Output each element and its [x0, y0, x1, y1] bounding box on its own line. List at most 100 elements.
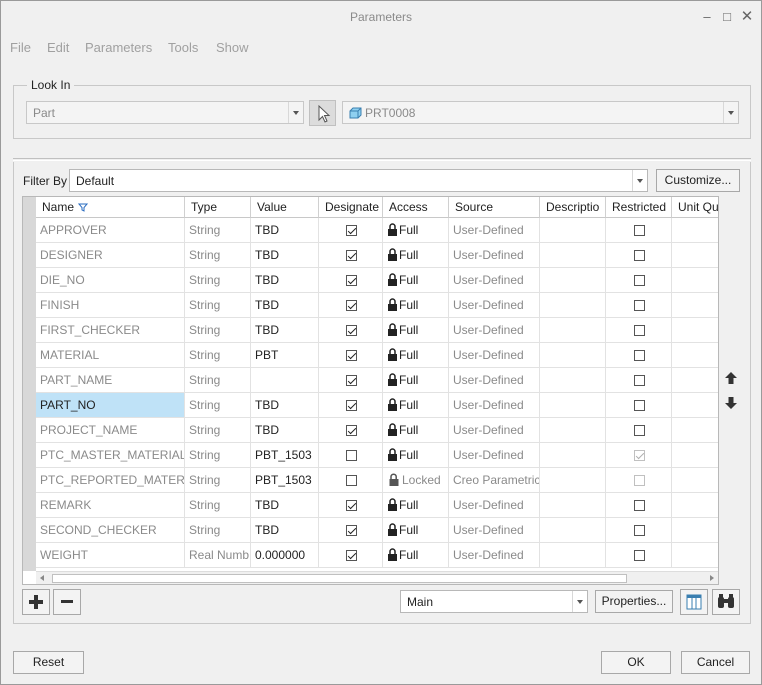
designate-checkbox[interactable]	[346, 350, 357, 361]
restricted-checkbox[interactable]	[634, 400, 645, 411]
cell-name[interactable]: MATERIAL	[36, 343, 185, 368]
cell-unit-quantity[interactable]	[672, 543, 718, 568]
cell-unit-quantity[interactable]	[672, 318, 718, 343]
cell-unit-quantity[interactable]	[672, 293, 718, 318]
table-row[interactable]: MATERIAL String PBT Full User-Defined	[23, 343, 718, 368]
cell-access[interactable]: Full	[383, 393, 449, 418]
cell-description[interactable]	[540, 243, 606, 268]
designate-checkbox[interactable]	[346, 275, 357, 286]
cell-type[interactable]: String	[185, 418, 251, 443]
ok-button[interactable]: OK	[601, 651, 671, 674]
cell-type[interactable]: String	[185, 243, 251, 268]
cell-name[interactable]: PTC_REPORTED_MATERIAL	[36, 468, 185, 493]
cell-description[interactable]	[540, 268, 606, 293]
table-row[interactable]: FIRST_CHECKER String TBD Full User-Defined	[23, 318, 718, 343]
cell-access[interactable]: Full	[383, 318, 449, 343]
cell-name[interactable]: PART_NAME	[36, 368, 185, 393]
table-row[interactable]: DIE_NO String TBD Full User-Defined	[23, 268, 718, 293]
header-col-source[interactable]: Source	[449, 197, 540, 218]
restricted-checkbox[interactable]	[634, 525, 645, 536]
cell-description[interactable]	[540, 443, 606, 468]
move-up-button[interactable]	[723, 370, 739, 386]
restricted-checkbox[interactable]	[634, 275, 645, 286]
cell-description[interactable]	[540, 318, 606, 343]
cell-name[interactable]: PROJECT_NAME	[36, 418, 185, 443]
customize-button[interactable]: Customize...	[656, 169, 740, 192]
designate-checkbox[interactable]	[346, 400, 357, 411]
cell-value[interactable]: TBD	[251, 268, 319, 293]
table-row[interactable]: FINISH String TBD Full User-Defined	[23, 293, 718, 318]
cell-type[interactable]: String	[185, 368, 251, 393]
columns-button[interactable]	[680, 589, 708, 615]
cell-type[interactable]: String	[185, 393, 251, 418]
cell-access[interactable]: Full	[383, 493, 449, 518]
cell-description[interactable]	[540, 343, 606, 368]
header-col-value[interactable]: Value	[251, 197, 319, 218]
designate-checkbox[interactable]	[346, 525, 357, 536]
cell-value[interactable]: TBD	[251, 243, 319, 268]
cell-value[interactable]: TBD	[251, 493, 319, 518]
cell-description[interactable]	[540, 368, 606, 393]
cell-unit-quantity[interactable]	[672, 368, 718, 393]
cell-value[interactable]: TBD	[251, 318, 319, 343]
filter-by-select[interactable]: Default	[69, 169, 648, 192]
add-parameter-button[interactable]	[22, 589, 50, 615]
cell-unit-quantity[interactable]	[672, 518, 718, 543]
header-col-restricted[interactable]: Restricted	[606, 197, 672, 218]
restricted-checkbox[interactable]	[634, 225, 645, 236]
cell-type[interactable]: String	[185, 318, 251, 343]
cell-unit-quantity[interactable]	[672, 493, 718, 518]
table-row[interactable]: PTC_REPORTED_MATERIALStringPBT_1503 Locke…	[23, 468, 718, 493]
cell-value[interactable]: PBT_1503	[251, 443, 319, 468]
scroll-left-icon[interactable]	[40, 575, 44, 581]
table-row[interactable]: REMARK String TBD Full User-Defined	[23, 493, 718, 518]
menu-show[interactable]: Show	[216, 40, 249, 55]
cell-unit-quantity[interactable]	[672, 243, 718, 268]
header-col-access[interactable]: Access	[383, 197, 449, 218]
properties-button[interactable]: Properties...	[595, 590, 673, 613]
designate-checkbox[interactable]	[346, 500, 357, 511]
cell-type[interactable]: String	[185, 493, 251, 518]
cell-value[interactable]: 0.000000	[251, 543, 319, 568]
restricted-checkbox[interactable]	[634, 375, 645, 386]
move-down-button[interactable]	[723, 395, 739, 411]
designate-checkbox[interactable]	[346, 225, 357, 236]
cell-description[interactable]	[540, 293, 606, 318]
cell-description[interactable]	[540, 418, 606, 443]
cell-type[interactable]: String	[185, 343, 251, 368]
cell-description[interactable]	[540, 493, 606, 518]
table-row[interactable]: SECOND_CHECKER String TBD Full User-Defined	[23, 518, 718, 543]
designate-checkbox[interactable]	[346, 325, 357, 336]
table-row[interactable]: APPROVER String TBD Full User-Defined	[23, 218, 718, 243]
horizontal-scrollbar[interactable]	[36, 571, 718, 584]
cell-type[interactable]: String	[185, 293, 251, 318]
table-row[interactable]: PROJECT_NAME String TBD Full User-Defined	[23, 418, 718, 443]
cell-unit-quantity[interactable]	[672, 418, 718, 443]
table-row[interactable]: PTC_MASTER_MATERIAL String PBT_1503 Full Use…	[23, 443, 718, 468]
cell-access[interactable]: Full	[383, 543, 449, 568]
menu-edit[interactable]: Edit	[47, 40, 69, 55]
cell-description[interactable]	[540, 543, 606, 568]
cell-value[interactable]: PBT	[251, 343, 319, 368]
minimize-icon[interactable]: –	[697, 7, 717, 27]
menu-tools[interactable]: Tools	[168, 40, 198, 55]
cell-type[interactable]: String	[185, 468, 251, 493]
table-row[interactable]: DESIGNER String TBD Full User-Defined	[23, 243, 718, 268]
restricted-checkbox[interactable]	[634, 350, 645, 361]
cell-access[interactable]: Full	[383, 443, 449, 468]
reset-button[interactable]: Reset	[13, 651, 84, 674]
restricted-checkbox[interactable]	[634, 250, 645, 261]
cell-description[interactable]	[540, 218, 606, 243]
scrollbar-thumb[interactable]	[52, 574, 627, 583]
cell-value[interactable]: TBD	[251, 293, 319, 318]
cell-name[interactable]: DIE_NO	[36, 268, 185, 293]
cell-access[interactable]: Full	[383, 418, 449, 443]
restricted-checkbox[interactable]	[634, 500, 645, 511]
cell-description[interactable]	[540, 393, 606, 418]
cell-value[interactable]: PBT_1503	[251, 468, 319, 493]
header-col-description[interactable]: Descriptio	[540, 197, 606, 218]
restricted-checkbox[interactable]	[634, 550, 645, 561]
close-icon[interactable]: ✕	[737, 7, 757, 27]
restricted-checkbox[interactable]	[634, 425, 645, 436]
cell-access[interactable]: Full	[383, 518, 449, 543]
